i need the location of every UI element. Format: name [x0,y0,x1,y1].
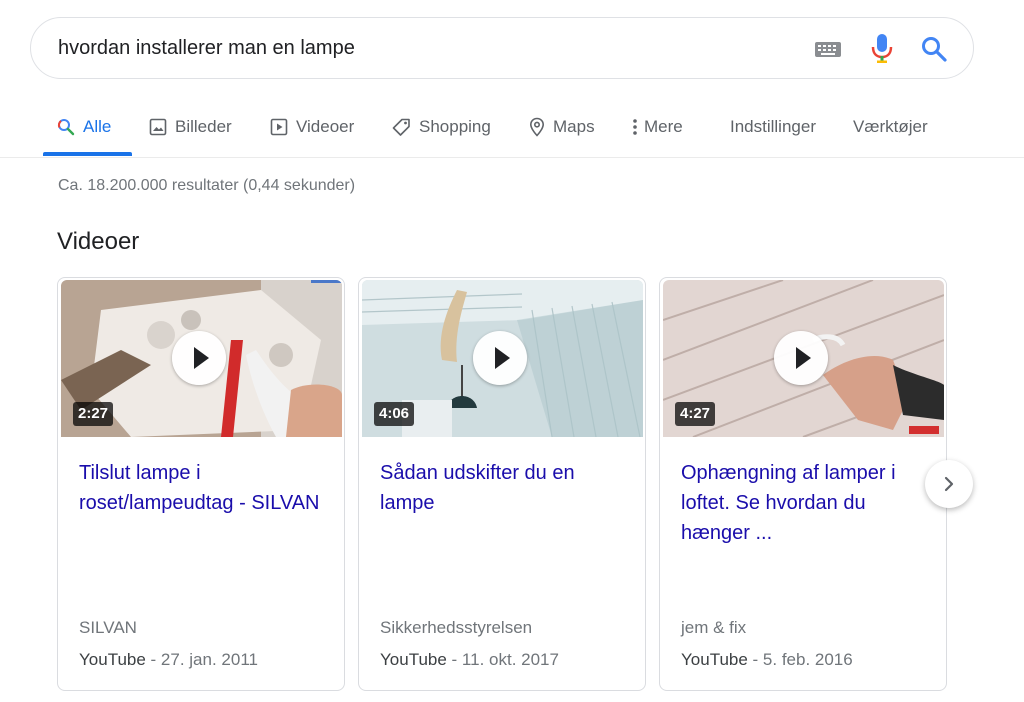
tab-images[interactable]: Billeder [149,116,232,138]
video-date: - 11. okt. 2017 [446,650,559,669]
videos-section-title: Videoer [57,228,140,255]
video-channel: Sikkerhedsstyrelsen [380,618,533,637]
tab-label: Billeder [175,117,232,136]
tab-all[interactable]: Alle [57,116,111,138]
video-icon [270,118,288,136]
video-channel: SILVAN [79,618,137,637]
microphone-icon[interactable] [871,34,893,64]
tab-label: Shopping [419,117,491,136]
map-pin-icon [529,117,545,137]
play-icon [495,347,510,369]
tag-icon [392,118,410,136]
tab-label: Maps [553,117,595,136]
video-card[interactable]: 4:27 Ophængning af lamper i loftet. Se h… [659,277,947,691]
video-thumbnail[interactable]: 4:27 [663,280,944,437]
search-tabs: Alle Billeder Videoer Shopping Maps Mere… [0,100,1024,158]
search-input[interactable]: hvordan installerer man en lampe [58,37,355,60]
video-source: YouTube [79,650,146,669]
play-button[interactable] [774,331,828,385]
video-card[interactable]: 2:27 Tilslut lampe i roset/lampeudtag - … [57,277,345,691]
play-button[interactable] [473,331,527,385]
tab-label: Videoer [296,117,355,136]
tab-videos[interactable]: Videoer [270,116,354,138]
video-source: YouTube [681,650,748,669]
play-icon [796,347,811,369]
video-meta: YouTube - 5. feb. 2016 [681,650,853,670]
video-thumbnail[interactable]: 2:27 [61,280,342,437]
video-meta: YouTube - 27. jan. 2011 [79,650,258,670]
chevron-right-icon [944,476,954,492]
video-title-link[interactable]: Sådan udskifter du en lampe [380,458,630,518]
tools-link[interactable]: Værktøjer [853,116,928,138]
tab-maps[interactable]: Maps [529,116,595,138]
video-duration: 2:27 [73,402,114,426]
more-vertical-icon [633,119,637,135]
video-duration: 4:06 [374,402,415,426]
tab-shopping[interactable]: Shopping [392,116,491,138]
video-date: - 27. jan. 2011 [145,650,258,669]
search-box[interactable]: hvordan installerer man en lampe [30,17,974,79]
search-icon [57,119,75,136]
settings-link[interactable]: Indstillinger [730,116,816,138]
image-icon [149,118,167,136]
video-channel: jem & fix [681,618,747,637]
tab-label: Mere [644,117,683,136]
video-title-link[interactable]: Ophængning af lamper i loftet. Se hvorda… [681,458,931,548]
video-source: YouTube [380,650,447,669]
play-button[interactable] [172,331,226,385]
play-icon [194,347,209,369]
video-title-link[interactable]: Tilslut lampe i roset/lampeudtag - SILVA… [79,458,329,518]
video-meta: YouTube - 11. okt. 2017 [380,650,559,670]
keyboard-icon[interactable] [815,42,841,57]
result-stats: Ca. 18.200.000 resultater (0,44 sekunder… [58,177,356,194]
tab-more[interactable]: Mere [632,116,683,138]
search-icon[interactable] [921,36,947,62]
tab-label: Alle [83,117,112,136]
video-date: - 5. feb. 2016 [747,650,853,669]
video-thumbnail[interactable]: 4:06 [362,280,643,437]
video-card[interactable]: 4:06 Sådan udskifter du en lampe Sikkerh… [358,277,646,691]
active-tab-indicator [43,152,132,156]
video-duration: 4:27 [675,402,716,426]
carousel-next-button[interactable] [925,460,973,508]
